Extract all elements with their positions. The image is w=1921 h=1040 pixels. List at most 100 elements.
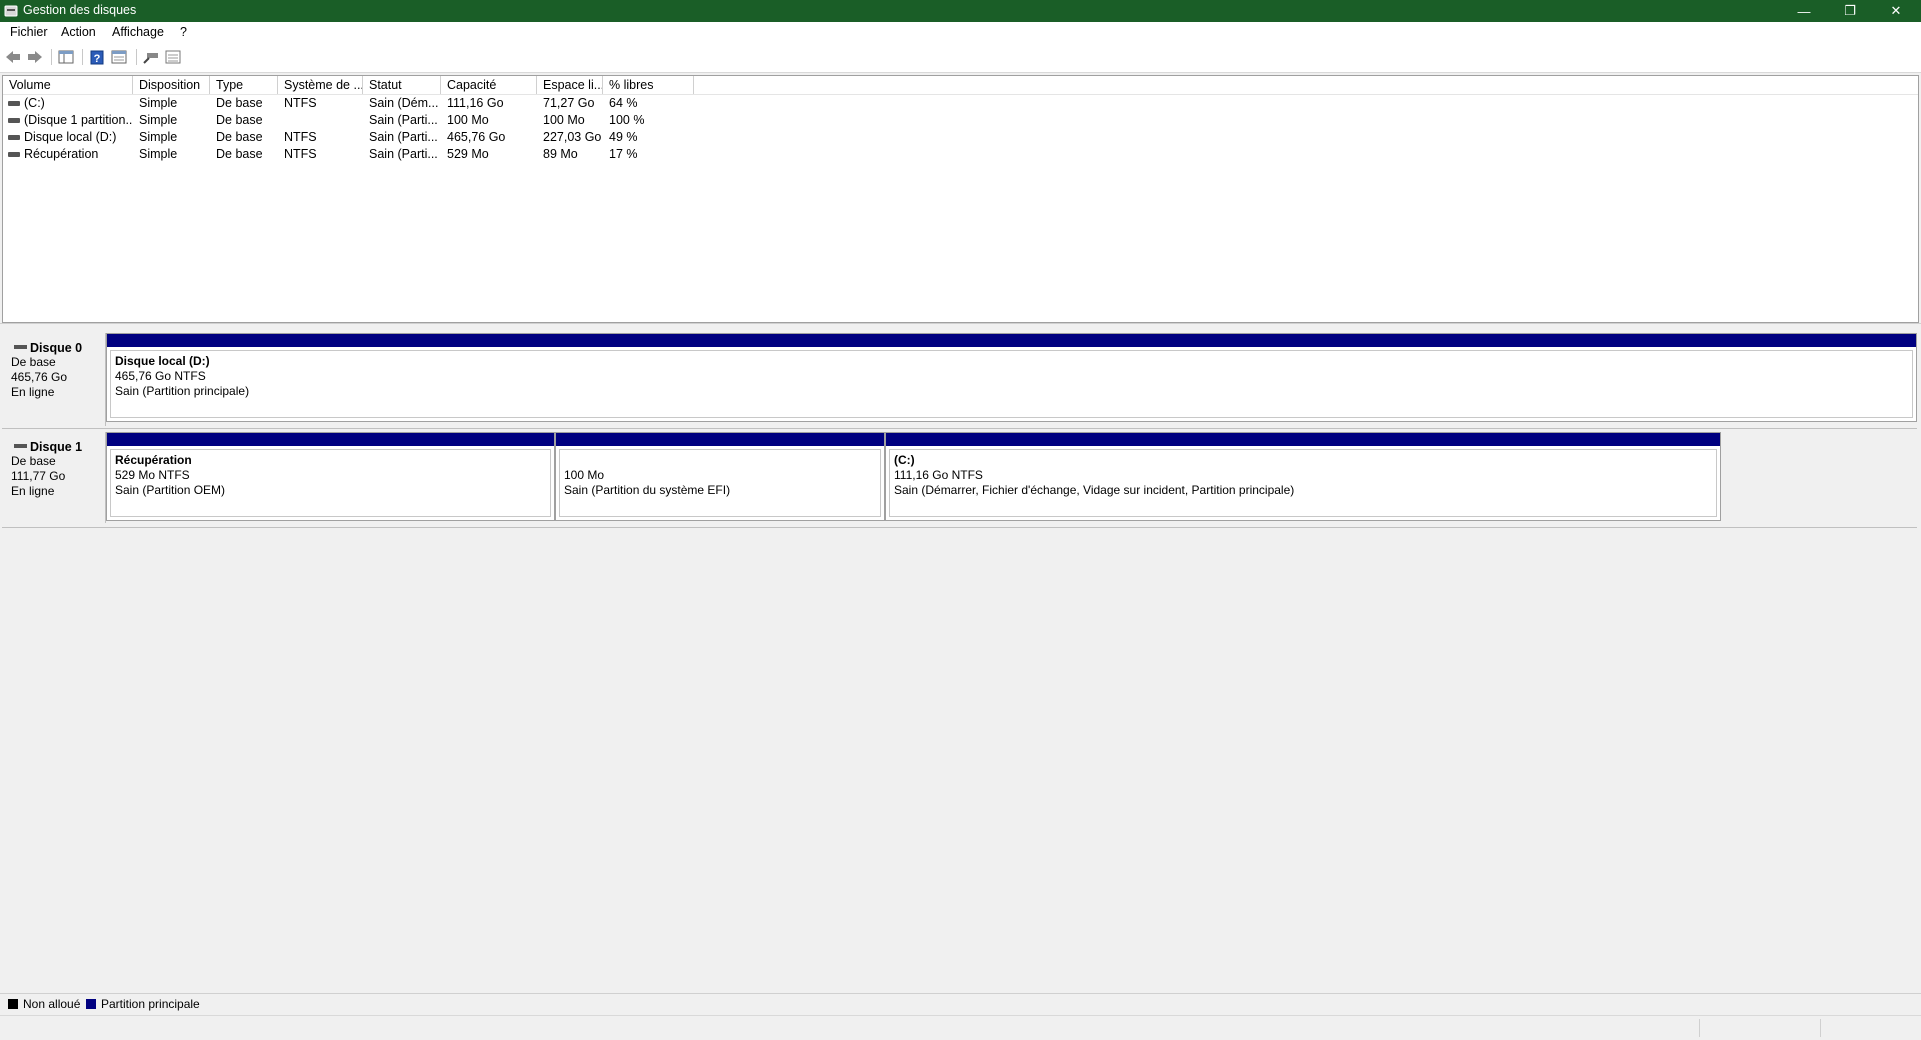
menu-help[interactable]: ? [180,25,187,39]
partition-recuperation[interactable]: Récupération 529 Mo NTFS Sain (Partition… [106,432,555,521]
cell-volume: (C:) [3,95,133,112]
forward-button[interactable] [26,49,44,65]
disk-row-0: Disque 0 De base 465,76 Go En ligne Disq… [2,333,1917,426]
disk-type: De base [11,454,56,468]
table-row[interactable]: Disque local (D:) Simple De base NTFS Sa… [3,129,1918,146]
forward-icon [28,51,42,63]
table-row[interactable]: (C:) Simple De base NTFS Sain (Dém... 11… [3,95,1918,112]
disk-status: En ligne [11,385,55,399]
partition-color-bar [556,433,884,446]
disk-label-0[interactable]: Disque 0 De base 465,76 Go En ligne [2,333,106,426]
partition-disque-local-d[interactable]: Disque local (D:) 465,76 Go NTFS Sain (P… [106,333,1917,422]
cell-statut: Sain (Parti... [369,130,438,144]
menu-action[interactable]: Action [61,25,96,39]
table-row[interactable]: (Disque 1 partition... Simple De base Sa… [3,112,1918,129]
cell-type: De base [216,130,263,144]
partition-size: 111,16 Go NTFS [894,468,983,482]
disk-name: Disque 1 [30,440,83,454]
minimize-button[interactable]: — [1781,0,1827,22]
toolbar-separator [82,49,83,65]
pane-splitter[interactable] [0,323,1921,328]
rescan-icon [143,53,158,64]
cell-volume: Récupération [3,146,133,163]
legend: Non alloué Partition principale [0,993,1921,1013]
cell-capacite: 465,76 Go [447,130,506,144]
restore-button[interactable]: ❐ [1827,0,1873,22]
disk-management-app-icon [4,5,18,17]
cell-statut: Sain (Parti... [369,147,438,161]
partition-title: Récupération [115,453,192,467]
partition-size: 100 Mo [564,468,605,482]
console-tree-button[interactable] [57,49,75,65]
cell-filesystem: NTFS [284,130,317,144]
list-view-button[interactable] [164,49,182,65]
close-icon: ✕ [1890,3,1902,18]
disk-icon [14,444,27,449]
partition-c[interactable]: (C:) 111,16 Go NTFS Sain (Démarrer, Fich… [885,432,1721,521]
column-statut[interactable]: Statut [363,76,441,94]
cell-disposition: Simple [139,113,178,127]
status-pane-divider [1820,1019,1822,1037]
disk-size: 465,76 Go [11,370,68,384]
volume-list-header: Volume Disposition Type Système de ... S… [3,76,1918,95]
legend-swatch-unallocated [8,999,18,1009]
disk-name: Disque 0 [30,341,83,355]
cell-espace-libre: 100 Mo [543,113,585,127]
column-disposition[interactable]: Disposition [133,76,210,94]
cell-pct-libres: 100 % [609,113,645,127]
cell-filesystem: NTFS [284,96,317,110]
help-button[interactable]: ? [88,49,106,65]
cell-volume: Disque local (D:) [3,129,133,146]
cell-pct-libres: 64 % [609,96,638,110]
partition-body: (C:) 111,16 Go NTFS Sain (Démarrer, Fich… [889,449,1717,517]
disk-size: 111,77 Go [11,469,66,483]
column-type[interactable]: Type [210,76,278,94]
volume-name: Récupération [24,147,99,161]
cell-espace-libre: 227,03 Go [543,130,602,144]
disk-label-1[interactable]: Disque 1 De base 111,77 Go En ligne [2,432,106,523]
disk-status: En ligne [11,484,55,498]
console-tree-icon [58,50,74,64]
disk-separator [2,428,1917,429]
volume-list[interactable]: Volume Disposition Type Système de ... S… [2,75,1919,323]
disk-row-1: Disque 1 De base 111,77 Go En ligne Récu… [2,432,1917,523]
cell-disposition: Simple [139,96,178,110]
cell-disposition: Simple [139,147,178,161]
volume-name: (Disque 1 partition... [24,113,133,127]
partition-body: Disque local (D:) 465,76 Go NTFS Sain (P… [110,350,1913,418]
toolbar-separator [51,49,52,65]
list-view-icon [165,50,181,64]
rescan-button[interactable] [142,49,160,65]
column-capacite[interactable]: Capacité [441,76,537,94]
volume-name: Disque local (D:) [24,130,117,144]
column-volume[interactable]: Volume [3,76,133,94]
partition-size: 465,76 Go NTFS [115,369,206,383]
column-pct-libres[interactable]: % libres [603,76,694,94]
partition-efi[interactable]: 100 Mo Sain (Partition du système EFI) [555,432,885,521]
properties-icon [111,50,127,64]
disk-separator [2,527,1917,528]
cell-capacite: 529 Mo [447,147,489,161]
menu-affichage[interactable]: Affichage [112,25,164,39]
title-bar: Gestion des disques — ❐ ✕ [0,0,1921,22]
back-button[interactable] [4,49,22,65]
cell-espace-libre: 71,27 Go [543,96,595,110]
close-button[interactable]: ✕ [1873,0,1919,22]
volume-name: (C:) [24,96,45,110]
menu-fichier[interactable]: Fichier [10,25,48,39]
cell-filesystem: NTFS [284,147,317,161]
partition-status: Sain (Partition principale) [115,384,250,398]
table-row[interactable]: Récupération Simple De base NTFS Sain (P… [3,146,1918,163]
properties-button[interactable] [110,49,128,65]
status-bar [0,1015,1921,1040]
cell-capacite: 100 Mo [447,113,489,127]
partition-body: Récupération 529 Mo NTFS Sain (Partition… [110,449,551,517]
cell-pct-libres: 17 % [609,147,638,161]
legend-swatch-primary [86,999,96,1009]
column-filesystem[interactable]: Système de ... [278,76,363,94]
column-espace-libre[interactable]: Espace li... [537,76,603,94]
legend-label-unallocated: Non alloué [23,997,81,1011]
partition-size: 529 Mo NTFS [115,468,190,482]
minimize-icon: — [1797,3,1811,19]
partition-status: Sain (Démarrer, Fichier d'échange, Vidag… [894,483,1295,497]
